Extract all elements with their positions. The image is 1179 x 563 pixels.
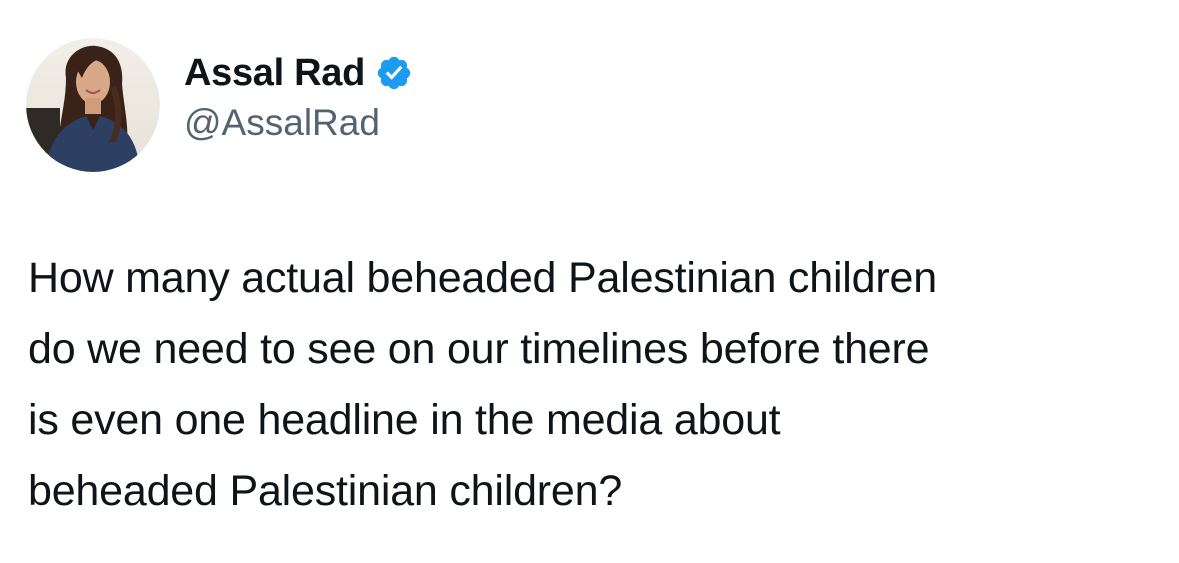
author-handle[interactable]: @AssalRad [184,98,413,148]
tweet-card: Assal Rad @AssalRad How many actual behe… [0,0,1179,563]
tweet-text: How many actual beheaded Palestinian chi… [28,243,1158,527]
author-info: Assal Rad @AssalRad [184,48,413,148]
verified-badge-icon[interactable] [375,54,413,92]
name-row: Assal Rad [184,48,413,98]
avatar[interactable] [26,38,160,172]
author-display-name[interactable]: Assal Rad [184,48,365,98]
tweet-header: Assal Rad @AssalRad [26,38,413,172]
tweet-text-line: do we need to see on our timelines befor… [28,325,930,373]
tweet-text-line: beheaded Palestinian children? [28,467,623,515]
tweet-text-line: is even one headline in the media about [28,396,781,444]
tweet-text-line: How many actual beheaded Palestinian chi… [28,254,937,302]
